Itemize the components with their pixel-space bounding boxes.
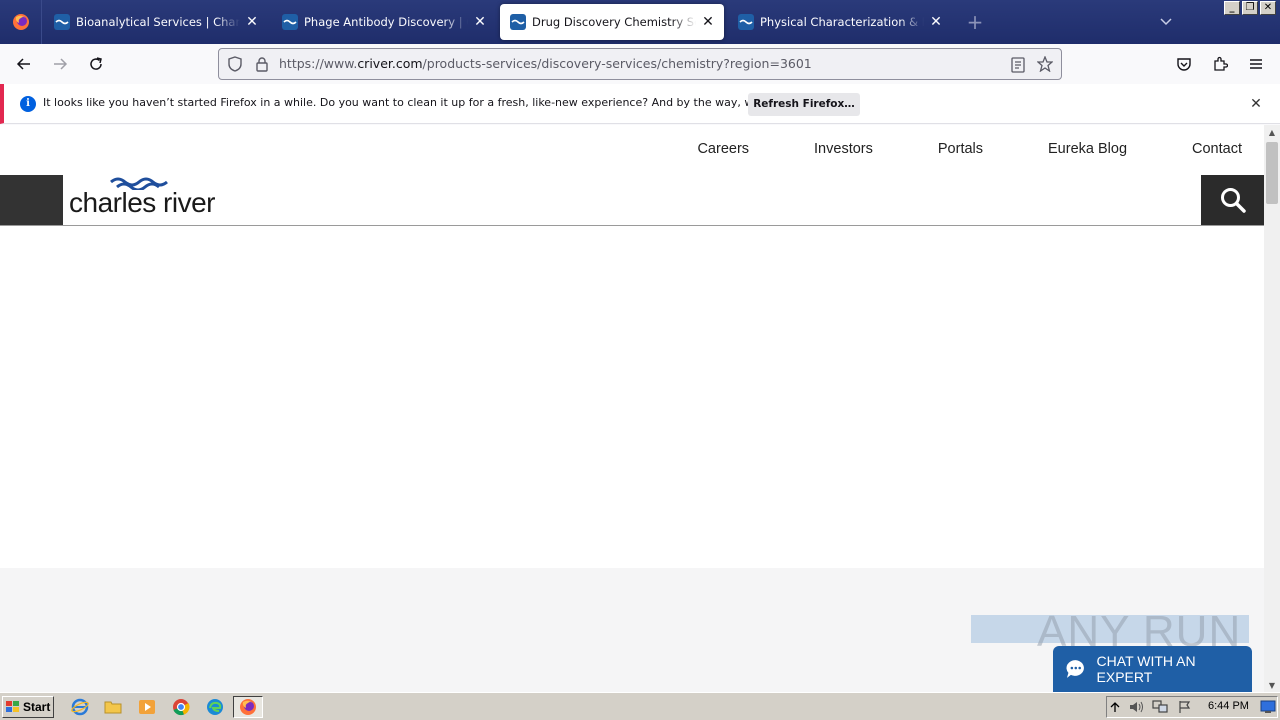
window-controls: _ ❐ ✕ <box>1224 1 1276 15</box>
chat-label: CHAT WITH AN EXPERT <box>1096 653 1196 685</box>
menu-toggle-button[interactable] <box>0 175 63 225</box>
info-icon: i <box>20 96 36 112</box>
close-tab-icon[interactable]: ✕ <box>700 14 716 30</box>
start-button[interactable]: Start <box>2 696 54 718</box>
site-search-button[interactable] <box>1201 175 1264 225</box>
tab-title: Bioanalytical Services | Charles River <box>76 15 240 29</box>
forward-arrow-icon <box>54 58 68 70</box>
edge-icon[interactable] <box>206 698 224 716</box>
chrome-icon[interactable] <box>172 698 190 716</box>
charles-river-favicon-icon <box>738 14 754 30</box>
firefox-taskbar-icon[interactable] <box>239 698 257 716</box>
tab-bioanalytical[interactable]: Bioanalytical Services | Charles River ✕ <box>44 4 268 40</box>
navigation-toolbar: https://www.criver.com/products-services… <box>0 44 1280 84</box>
nav-link-contact[interactable]: Contact <box>1192 141 1242 157</box>
nav-link-eureka-blog[interactable]: Eureka Blog <box>1048 141 1127 157</box>
nav-link-careers[interactable]: Careers <box>697 141 749 157</box>
charles-river-favicon-icon <box>510 14 526 30</box>
windows-logo-icon <box>6 701 19 712</box>
scroll-down-arrow-icon[interactable]: ▼ <box>1264 678 1280 692</box>
nav-link-investors[interactable]: Investors <box>814 141 873 157</box>
volume-icon[interactable] <box>1128 700 1144 714</box>
start-label: Start <box>23 700 51 714</box>
new-tab-button[interactable]: + <box>960 0 990 44</box>
lock-icon[interactable] <box>255 56 269 72</box>
reload-button[interactable] <box>82 50 110 78</box>
tab-drug-discovery-chemistry[interactable]: Drug Discovery Chemistry Services ✕ <box>500 4 724 40</box>
url-bar[interactable]: https://www.criver.com/products-services… <box>218 48 1062 80</box>
nav-link-portals[interactable]: Portals <box>938 141 983 157</box>
scrollbar-thumb[interactable] <box>1266 142 1278 204</box>
restore-button[interactable]: ❐ <box>1242 1 1258 15</box>
charles-river-logo[interactable]: charles river <box>69 175 249 225</box>
tab-title: Physical Characterization & Pharmaceutic… <box>760 15 924 29</box>
tab-phage-antibody[interactable]: Phage Antibody Discovery | Charles River… <box>272 4 496 40</box>
tab-title: Drug Discovery Chemistry Services <box>532 15 696 29</box>
tracking-protection-shield-icon[interactable] <box>227 56 243 72</box>
reader-view-icon[interactable] <box>1011 57 1025 73</box>
firefox-refresh-notification: i It looks like you haven’t started Fire… <box>0 84 1280 124</box>
reload-icon <box>90 57 102 70</box>
page-scrollbar[interactable]: ▲ ▼ <box>1264 125 1280 692</box>
windows-taskbar: Start 6:44 PM <box>0 692 1280 720</box>
charles-river-favicon-icon <box>282 14 298 30</box>
site-header: charles river <box>0 175 1264 226</box>
close-notification-icon[interactable]: ✕ <box>1248 96 1264 112</box>
notification-message: It looks like you haven’t started Firefo… <box>43 96 828 109</box>
tab-strip: Bioanalytical Services | Charles River ✕… <box>0 0 1280 44</box>
chat-with-expert-button[interactable]: CHAT WITH AN EXPERT <box>1053 646 1252 692</box>
search-icon <box>1220 188 1246 213</box>
firefox-icon <box>12 14 29 30</box>
forward-button[interactable] <box>46 50 74 78</box>
close-tab-icon[interactable]: ✕ <box>244 14 260 30</box>
utility-nav: Careers Investors Portals Eureka Blog Co… <box>632 141 1242 157</box>
refresh-firefox-button[interactable]: Refresh Firefox… <box>748 93 860 116</box>
action-center-flag-icon[interactable] <box>1178 700 1192 714</box>
close-window-button[interactable]: ✕ <box>1260 1 1276 15</box>
file-explorer-folder-icon[interactable] <box>104 698 122 716</box>
tab-title: Phage Antibody Discovery | Charles River <box>304 15 468 29</box>
web-page: Careers Investors Portals Eureka Blog Co… <box>0 125 1264 692</box>
charles-river-favicon-icon <box>54 14 70 30</box>
tray-expand-arrow-icon[interactable] <box>1110 701 1120 713</box>
extensions-puzzle-icon[interactable] <box>1212 56 1228 72</box>
logo-wordmark: charles river <box>69 187 215 218</box>
close-tab-icon[interactable]: ✕ <box>928 14 944 30</box>
app-menu-hamburger-icon[interactable] <box>1248 56 1264 72</box>
pocket-icon[interactable] <box>1176 56 1192 72</box>
chat-bubble-icon <box>1066 660 1084 678</box>
list-all-tabs-chevron-icon[interactable] <box>1156 12 1176 32</box>
close-tab-icon[interactable]: ✕ <box>472 14 488 30</box>
tab-physical-characterization[interactable]: Physical Characterization & Pharmaceutic… <box>728 4 952 40</box>
url-text[interactable]: https://www.criver.com/products-services… <box>279 56 812 71</box>
back-arrow-icon <box>16 58 30 70</box>
media-player-icon[interactable] <box>138 698 156 716</box>
network-icon[interactable] <box>1152 700 1168 714</box>
scroll-up-arrow-icon[interactable]: ▲ <box>1264 125 1280 139</box>
internet-explorer-icon[interactable] <box>71 698 89 716</box>
minimize-button[interactable]: _ <box>1224 1 1240 15</box>
show-desktop-icon[interactable] <box>1260 700 1276 714</box>
firefox-menu-button[interactable] <box>0 0 42 44</box>
back-button[interactable] <box>10 50 38 78</box>
taskbar-clock[interactable]: 6:44 PM <box>1208 700 1249 712</box>
bookmark-star-icon[interactable] <box>1037 56 1053 72</box>
